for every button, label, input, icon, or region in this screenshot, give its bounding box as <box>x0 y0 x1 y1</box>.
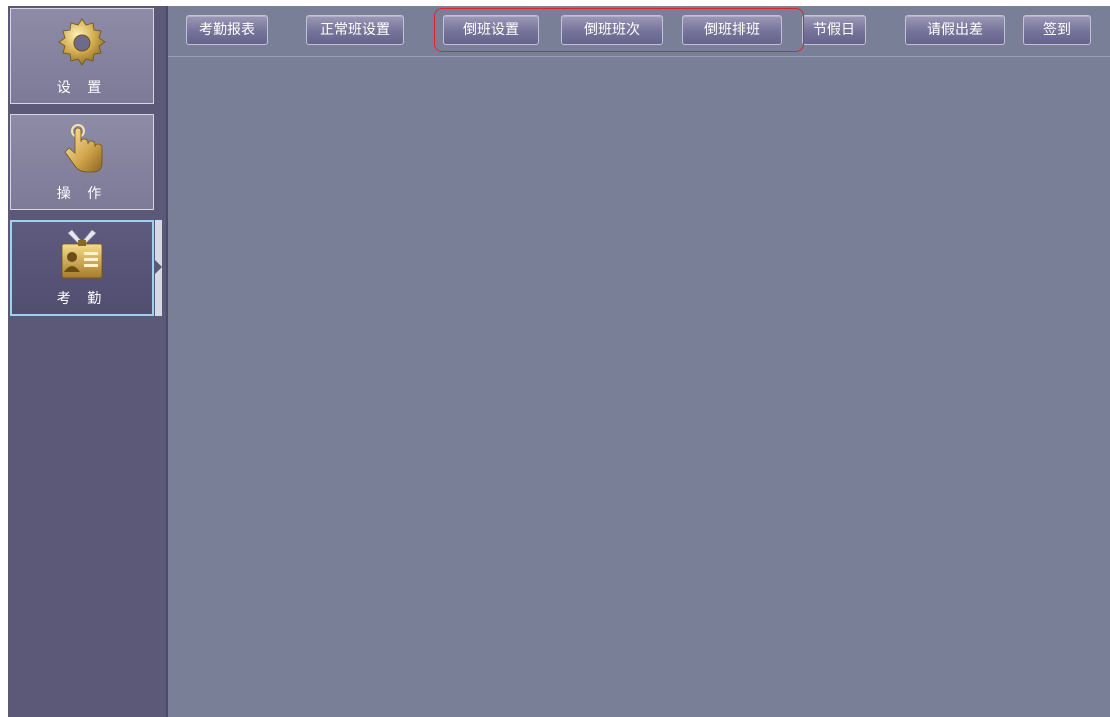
content-area <box>168 57 1110 717</box>
top-toolbar: 考勤报表 正常班设置 倒班设置 倒班班次 倒班排班 节假日 请假出差 签到 <box>168 6 1110 57</box>
sidebar-item-attendance[interactable]: 考 勤 <box>10 220 154 316</box>
sign-in-button[interactable]: 签到 <box>1023 15 1091 45</box>
attendance-report-button[interactable]: 考勤报表 <box>186 15 268 45</box>
leave-business-trip-button[interactable]: 请假出差 <box>905 15 1005 45</box>
gear-icon <box>58 18 106 66</box>
rotating-shift-schedule-button[interactable]: 倒班排班 <box>682 15 782 45</box>
app-window: 设 置 操 作 考 勤 考勤报表 正常班设置 倒班设置 倒班班次 倒班排班 节假… <box>8 6 1110 717</box>
sidebar-item-settings[interactable]: 设 置 <box>10 8 154 104</box>
sidebar: 设 置 操 作 考 勤 <box>8 6 168 717</box>
hand-pointer-icon <box>64 124 103 173</box>
rotating-shift-settings-button[interactable]: 倒班设置 <box>443 15 539 45</box>
id-card-icon <box>61 229 103 279</box>
sidebar-item-label: 操 作 <box>56 186 108 202</box>
active-indicator <box>155 220 162 316</box>
rotating-shift-times-button[interactable]: 倒班班次 <box>561 15 663 45</box>
holidays-button[interactable]: 节假日 <box>802 15 866 45</box>
sidebar-item-operation[interactable]: 操 作 <box>10 114 154 210</box>
regular-shift-settings-button[interactable]: 正常班设置 <box>306 15 404 45</box>
sidebar-item-label: 设 置 <box>56 80 108 96</box>
sidebar-item-label: 考 勤 <box>56 291 108 307</box>
